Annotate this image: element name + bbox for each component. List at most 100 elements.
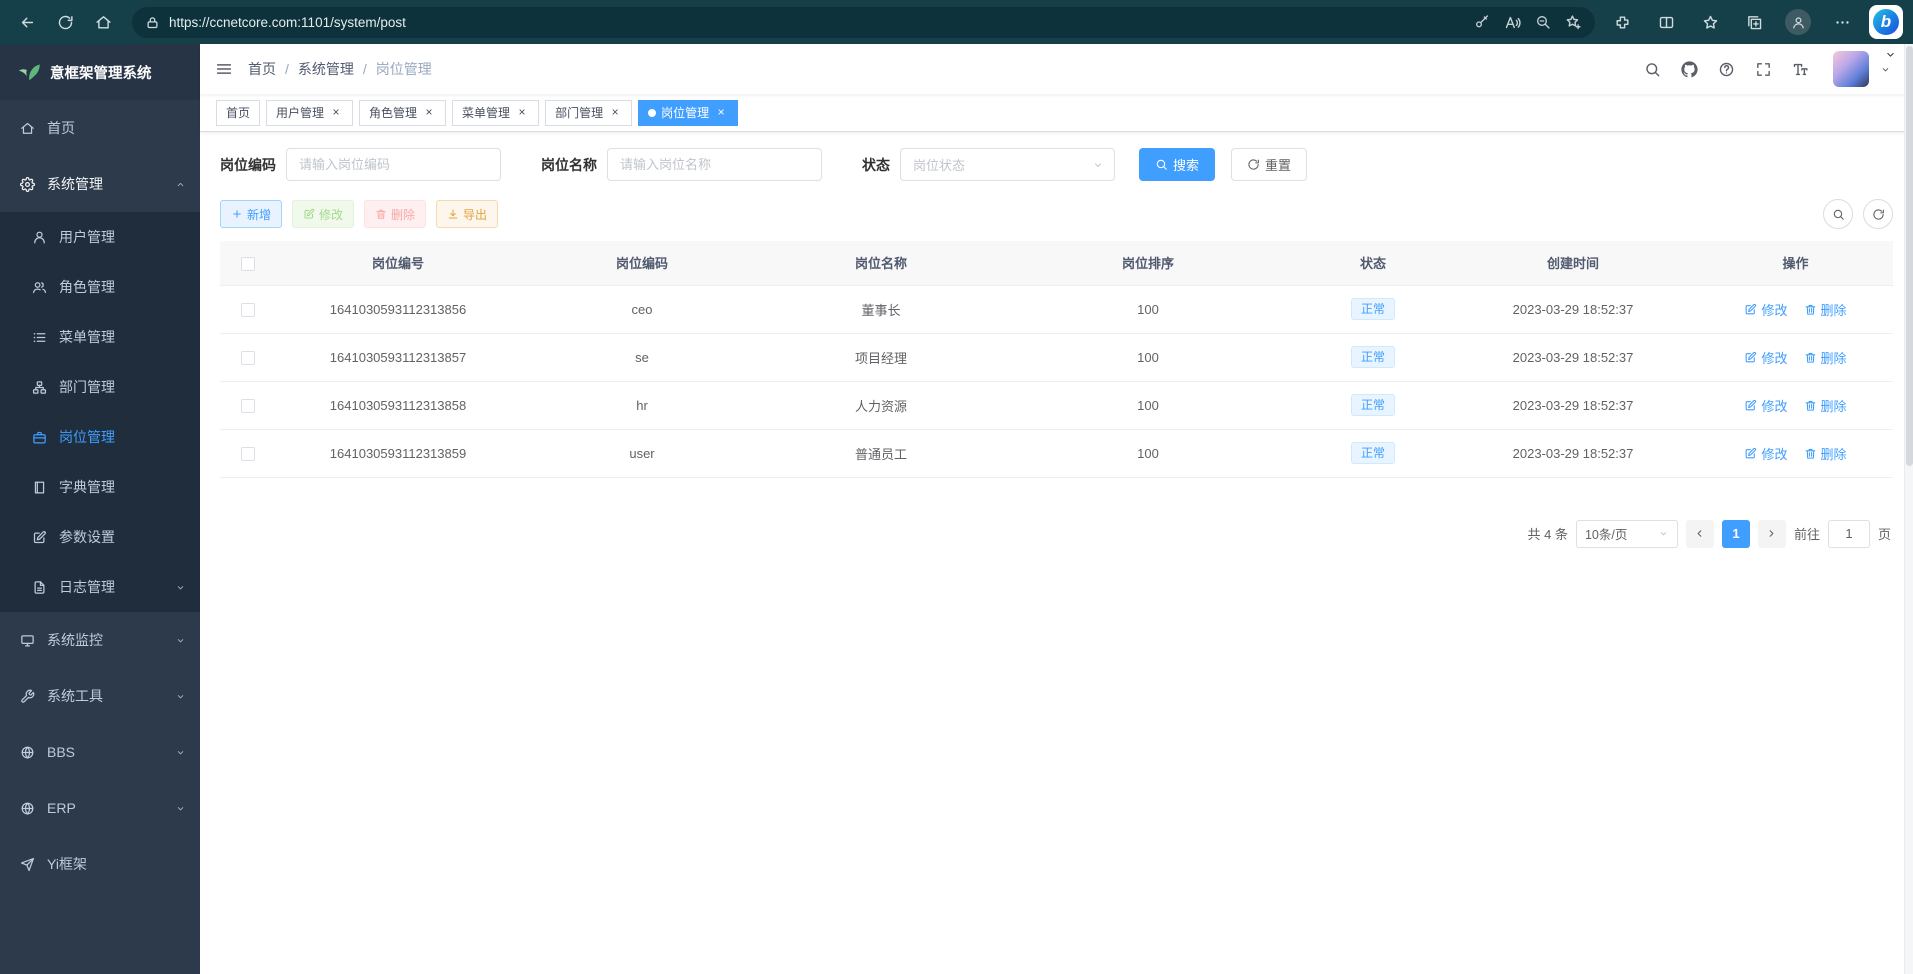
collections-icon[interactable] — [1737, 5, 1771, 39]
close-icon[interactable]: × — [515, 106, 529, 120]
search-button[interactable]: 搜索 — [1139, 148, 1215, 181]
col-post-code: 岗位编码 — [520, 241, 764, 285]
close-icon[interactable]: × — [608, 106, 622, 120]
tags-view: 首页 用户管理× 角色管理× 菜单管理× 部门管理× 岗位管理× — [200, 94, 1913, 132]
select-all-checkbox[interactable] — [241, 257, 255, 271]
split-screen-icon[interactable] — [1649, 5, 1683, 39]
next-page-button[interactable] — [1758, 520, 1786, 548]
row-delete-link[interactable]: 删除 — [1804, 300, 1847, 319]
top-navbar: 首页 / 系统管理 / 岗位管理 — [200, 44, 1913, 94]
scrollbar[interactable] — [1904, 44, 1913, 974]
download-icon — [447, 208, 459, 220]
leaf-icon — [18, 61, 40, 83]
row-edit-link[interactable]: 修改 — [1744, 348, 1787, 367]
goto-unit: 页 — [1878, 524, 1891, 543]
sidebar-item-system-management[interactable]: 系统管理 — [0, 156, 200, 212]
sidebar-item-home[interactable]: 首页 — [0, 100, 200, 156]
chevron-down-icon[interactable] — [1880, 64, 1891, 75]
key-icon[interactable] — [1474, 14, 1490, 30]
favorite-add-icon[interactable] — [1565, 14, 1582, 31]
bing-sidebar-button[interactable]: b — [1869, 5, 1903, 39]
sidebar-item-system-tools[interactable]: 系统工具 — [0, 668, 200, 724]
export-button[interactable]: 导出 — [436, 200, 498, 228]
row-checkbox[interactable] — [241, 447, 255, 461]
address-bar[interactable]: https://ccnetcore.com:1101/system/post — [132, 7, 1595, 38]
sidebar-item-erp[interactable]: ERP — [0, 780, 200, 836]
row-delete-link[interactable]: 删除 — [1804, 348, 1847, 367]
row-checkbox[interactable] — [241, 399, 255, 413]
tag-menu-management[interactable]: 菜单管理× — [452, 100, 539, 126]
edit-button[interactable]: 修改 — [292, 200, 354, 228]
refresh-table-button[interactable] — [1863, 199, 1893, 229]
browser-refresh-button[interactable] — [46, 5, 84, 39]
tag-user-management[interactable]: 用户管理× — [266, 100, 353, 126]
row-edit-link[interactable]: 修改 — [1744, 444, 1787, 463]
browser-home-button[interactable] — [84, 5, 122, 39]
sidebar-collapse-caret-icon[interactable] — [1884, 48, 1897, 61]
breadcrumb-current: 岗位管理 — [376, 59, 432, 79]
sidebar-item-menu-management[interactable]: 菜单管理 — [0, 312, 200, 362]
sidebar-item-param-settings[interactable]: 参数设置 — [0, 512, 200, 562]
breadcrumb-home[interactable]: 首页 — [248, 59, 276, 79]
sidebar-toggle-button[interactable] — [200, 44, 248, 94]
extensions-icon[interactable] — [1605, 5, 1639, 39]
row-edit-link[interactable]: 修改 — [1744, 300, 1787, 319]
total-count: 共 4 条 — [1528, 524, 1568, 543]
app-logo[interactable]: 意框架管理系统 — [0, 44, 200, 100]
sidebar-item-dict-management[interactable]: 字典管理 — [0, 462, 200, 512]
status-select[interactable]: 岗位状态 — [900, 148, 1115, 181]
fullscreen-icon[interactable] — [1749, 54, 1777, 84]
browser-more-button[interactable] — [1825, 5, 1859, 39]
reset-button[interactable]: 重置 — [1231, 148, 1307, 181]
browser-back-button[interactable] — [8, 5, 46, 39]
url-text[interactable]: https://ccnetcore.com:1101/system/post — [169, 15, 1474, 30]
row-delete-link[interactable]: 删除 — [1804, 444, 1847, 463]
row-checkbox[interactable] — [241, 351, 255, 365]
tag-post-management[interactable]: 岗位管理× — [638, 100, 738, 126]
trash-icon — [1804, 303, 1817, 316]
sidebar-item-log-management[interactable]: 日志管理 — [0, 562, 200, 612]
page-number-1[interactable]: 1 — [1722, 520, 1750, 548]
font-size-icon[interactable] — [1786, 54, 1814, 84]
sidebar-item-department-management[interactable]: 部门管理 — [0, 362, 200, 412]
org-tree-icon — [32, 380, 47, 395]
tag-home[interactable]: 首页 — [216, 100, 260, 126]
tag-role-management[interactable]: 角色管理× — [359, 100, 446, 126]
post-name-input[interactable] — [607, 148, 822, 181]
sidebar-item-user-management[interactable]: 用户管理 — [0, 212, 200, 262]
row-checkbox[interactable] — [241, 303, 255, 317]
close-icon[interactable]: × — [329, 106, 343, 120]
sidebar-item-role-management[interactable]: 角色管理 — [0, 262, 200, 312]
row-edit-link[interactable]: 修改 — [1744, 396, 1787, 415]
prev-page-button[interactable] — [1686, 520, 1714, 548]
zoom-out-icon[interactable] — [1535, 14, 1551, 30]
status-badge: 正常 — [1351, 394, 1395, 416]
sidebar-item-bbs[interactable]: BBS — [0, 724, 200, 780]
browser-toolbar: https://ccnetcore.com:1101/system/post b — [0, 0, 1913, 44]
delete-button[interactable]: 删除 — [364, 200, 426, 228]
github-icon[interactable] — [1675, 54, 1703, 84]
add-button[interactable]: 新增 — [220, 200, 282, 228]
toggle-search-button[interactable] — [1823, 199, 1853, 229]
close-icon[interactable]: × — [714, 106, 728, 120]
search-icon[interactable] — [1638, 54, 1666, 84]
close-icon[interactable]: × — [422, 106, 436, 120]
scrollbar-thumb[interactable] — [1906, 46, 1913, 466]
search-form: 岗位编码 岗位名称 状态 岗位状态 搜索 — [220, 148, 1893, 181]
avatar[interactable] — [1833, 51, 1869, 87]
page-size-select[interactable]: 10条/页 — [1576, 520, 1678, 548]
browser-profile-button[interactable] — [1781, 5, 1815, 39]
favorites-icon[interactable] — [1693, 5, 1727, 39]
breadcrumb-system[interactable]: 系统管理 — [298, 59, 354, 79]
col-created: 创建时间 — [1448, 241, 1698, 285]
row-delete-link[interactable]: 删除 — [1804, 396, 1847, 415]
goto-page-input[interactable] — [1828, 520, 1870, 548]
post-code-input[interactable] — [286, 148, 501, 181]
sidebar-item-post-management[interactable]: 岗位管理 — [0, 412, 200, 462]
read-aloud-icon[interactable] — [1504, 14, 1521, 31]
sidebar-item-system-monitor[interactable]: 系统监控 — [0, 612, 200, 668]
tag-department-management[interactable]: 部门管理× — [545, 100, 632, 126]
table-toolbar: 新增 修改 删除 导出 — [220, 199, 1893, 229]
help-icon[interactable] — [1712, 54, 1740, 84]
sidebar-item-yi-framework[interactable]: Yi框架 — [0, 836, 200, 892]
